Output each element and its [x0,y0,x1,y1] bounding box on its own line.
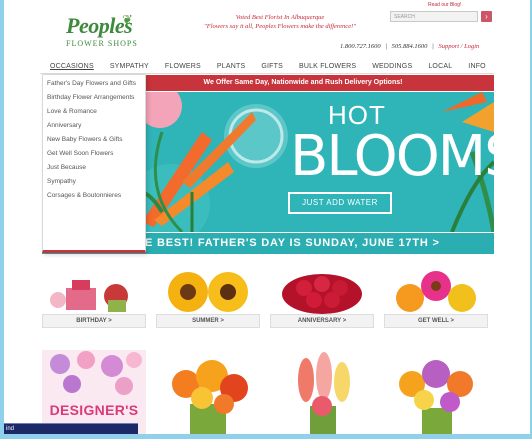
category-label: BIRTHDAY > [42,314,146,328]
just-add-water-button[interactable]: JUST ADD WATER [288,192,392,214]
nav-plants[interactable]: PLANTS [217,63,245,70]
nav-local[interactable]: LOCAL [428,63,452,70]
summer-image [168,272,248,312]
dropdown-item-corsages[interactable]: Corsages & Boutonnieres [47,192,141,200]
nav-info[interactable]: INFO [468,63,486,70]
os-taskbar[interactable]: ind [4,423,138,434]
designers-text: DESIGNER'S [49,402,139,418]
tagline-line1: Voted Best Florist In Albuquerque [235,14,325,21]
read-blog-link[interactable]: Read our Blog! [428,2,461,8]
category-label: SUMMER > [156,314,260,328]
product-tile-mixed[interactable] [384,350,488,434]
page: Peoples ❦ FLOWER SHOPS Voted Best Floris… [4,0,530,434]
divider: | [385,43,388,50]
designer-flowers-image [50,351,142,395]
dropdown-item-anniversary[interactable]: Anniversary [47,122,141,130]
product-tile-lilies[interactable] [156,350,260,434]
leaf-icon: ❦ [122,12,133,27]
search-input[interactable]: SEARCH [390,11,478,22]
hero-title-blooms: BLOOMS [290,124,494,189]
nav-gifts[interactable]: GIFTS [261,63,283,70]
mixed-bouquet-image [399,360,473,434]
occasions-dropdown: Father's Day Flowers and Gifts Birthday … [42,74,146,253]
category-anniversary[interactable]: ANNIVERSARY > [270,268,374,334]
product-tile-snapdragons[interactable] [270,350,374,434]
nav-flowers[interactable]: FLOWERS [165,63,201,70]
birthday-image [50,280,128,312]
category-summer[interactable]: SUMMER > [156,268,260,334]
nav-occasions[interactable]: OCCASIONS [50,63,94,70]
divider: | [432,43,434,50]
nav-sympathy[interactable]: SYMPATHY [110,63,149,70]
phone-1[interactable]: 1.800.727.1600 [340,43,381,50]
category-get-well[interactable]: GET WELL > [384,268,488,334]
main-nav: OCCASIONS SYMPATHY FLOWERS PLANTS GIFTS … [40,59,494,73]
contact-bar: 1.800.727.1600 | 505.884.1600 | Support … [340,43,479,50]
dropdown-item-just-because[interactable]: Just Because [47,164,141,172]
designers-choice-tile[interactable]: DESIGNER'S [42,350,146,434]
nav-bulk-flowers[interactable]: BULK FLOWERS [299,63,356,70]
logo-subtitle: FLOWER SHOPS [66,39,138,48]
tagline-line2: "Flowers say it all, Peoples Flowers mak… [204,23,356,30]
support-login-link[interactable]: Support / Login [438,43,479,50]
dropdown-item-get-well[interactable]: Get Well Soon Flowers [47,150,141,158]
tagline: Voted Best Florist In Albuquerque "Flowe… [180,13,380,31]
category-birthday[interactable]: BIRTHDAY > [42,268,146,334]
phone-2[interactable]: 505.884.1600 [392,43,428,50]
nav-weddings[interactable]: WEDDINGS [372,63,412,70]
dropdown-item-love-romance[interactable]: Love & Romance [47,108,141,116]
lilies-bouquet-image [172,360,248,434]
dropdown-item-fathers-day[interactable]: Father's Day Flowers and Gifts [47,80,141,88]
dropdown-item-birthday[interactable]: Birthday Flower Arrangements [47,94,141,102]
dropdown-item-sympathy[interactable]: Sympathy [47,178,141,186]
search-icon: › [485,12,488,21]
search-button[interactable]: › [481,11,492,22]
get-well-image [396,271,476,312]
category-label: GET WELL > [384,314,488,328]
category-label: ANNIVERSARY > [270,314,374,328]
dropdown-item-new-baby[interactable]: New Baby Flowers & Gifts [47,136,141,144]
anniversary-image [282,274,362,314]
snapdragon-bouquet-image [298,352,350,434]
